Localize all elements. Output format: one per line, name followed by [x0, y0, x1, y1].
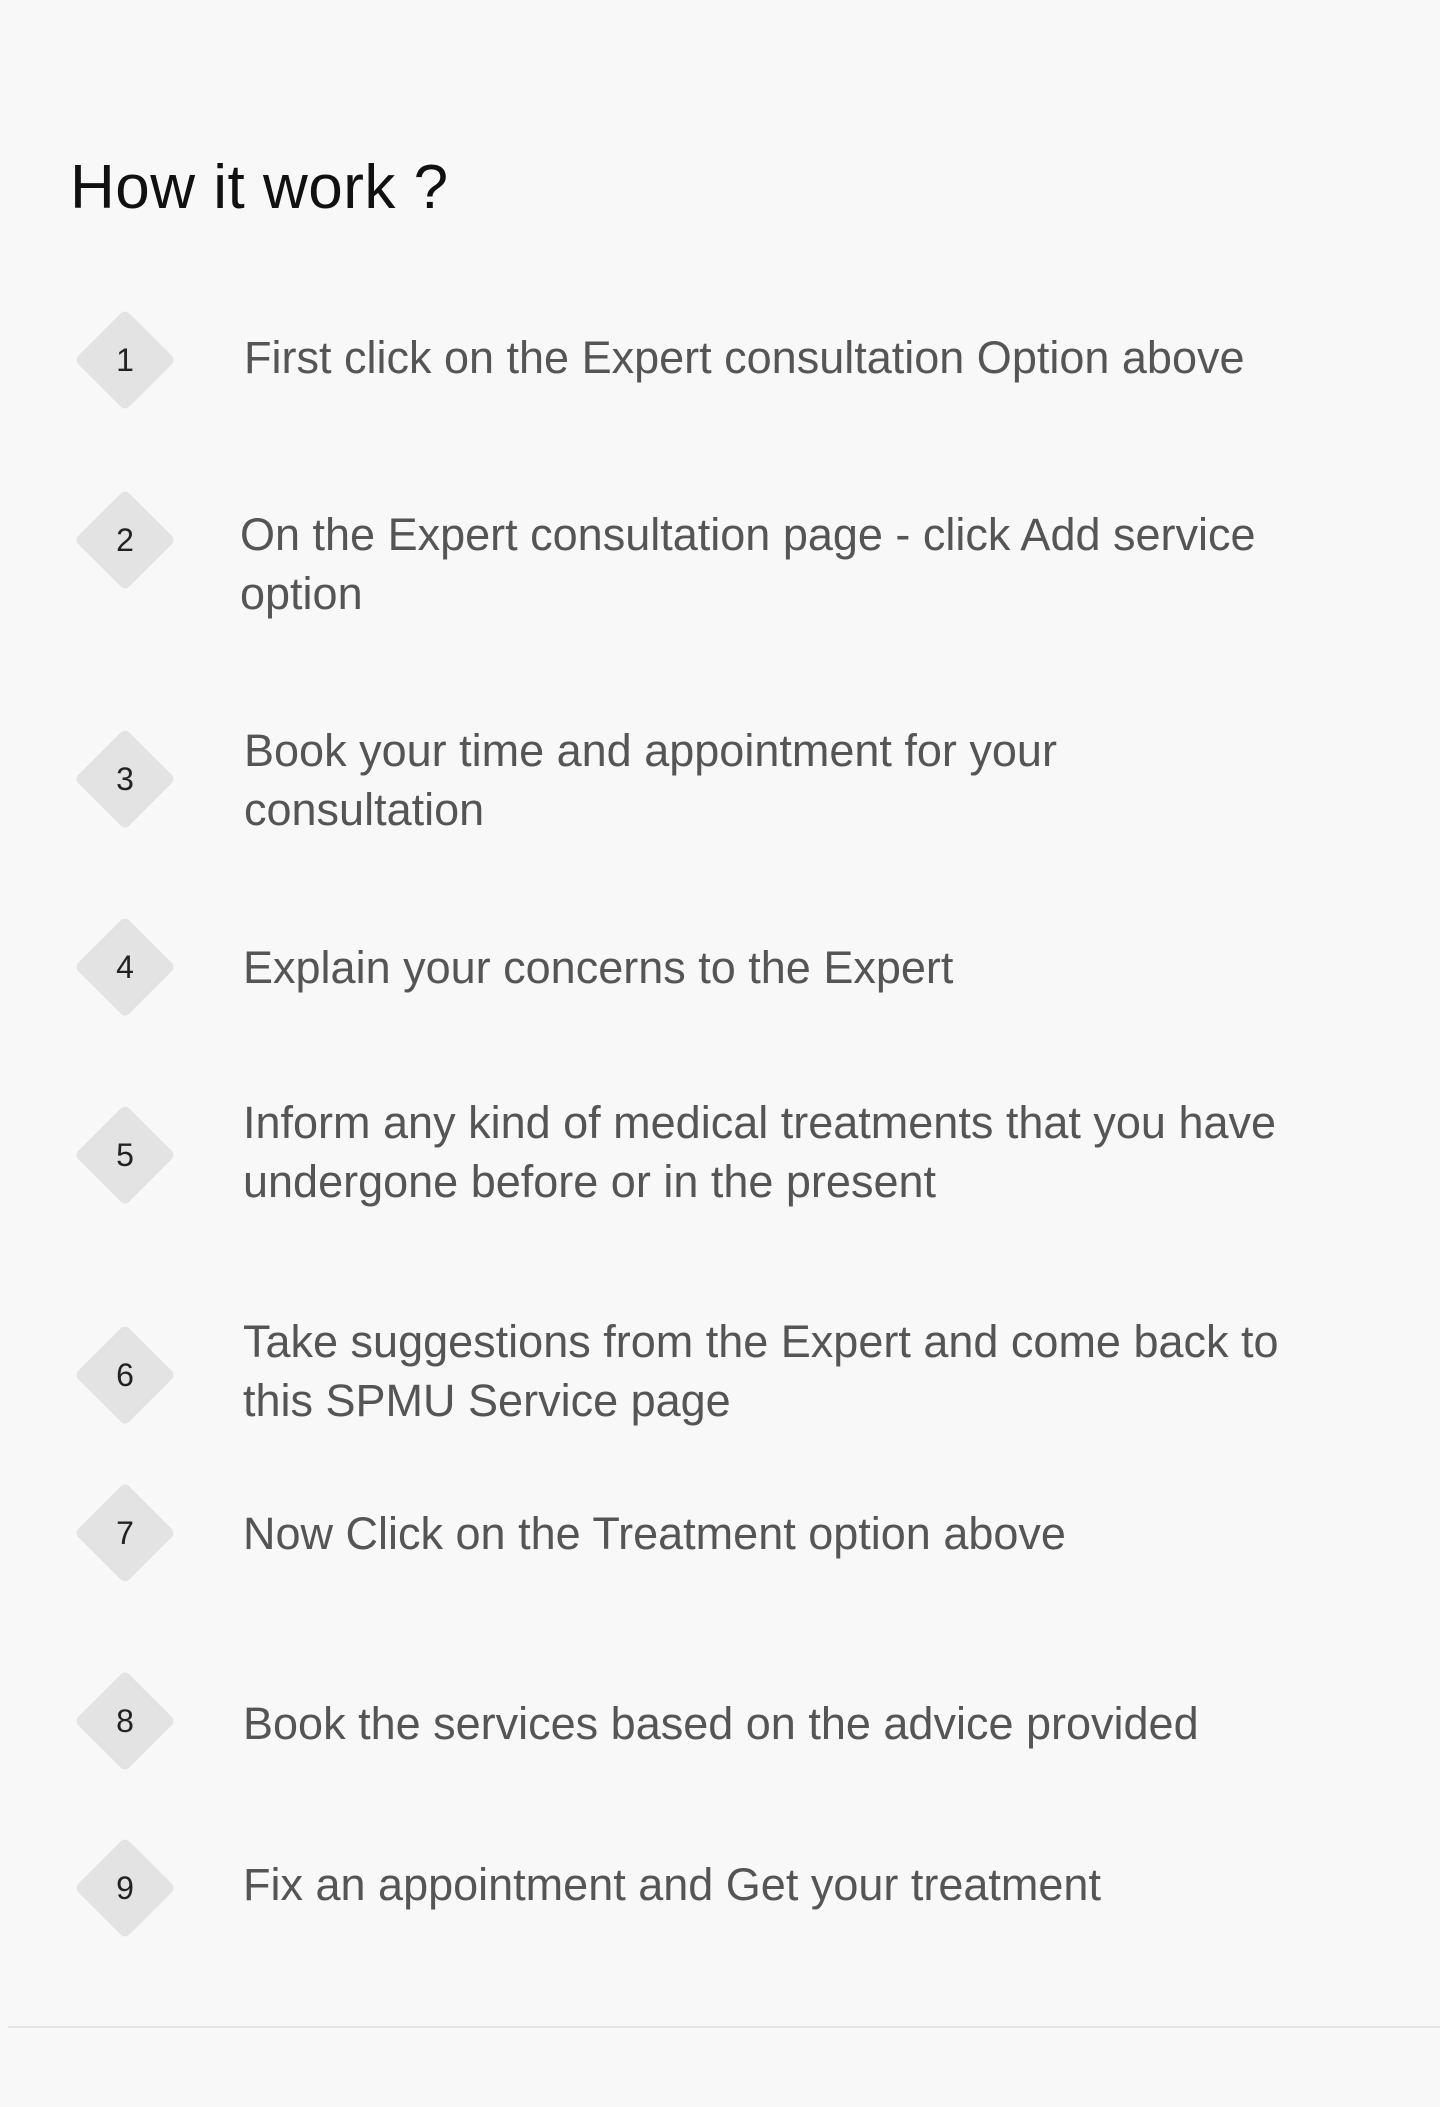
step-text: Now Click on the Treatment option above [243, 1508, 1066, 1559]
step-number: 7 [116, 1515, 134, 1551]
step-number: 5 [116, 1137, 134, 1173]
step-number-badge: 3 [74, 728, 176, 830]
step-number: 9 [116, 1870, 134, 1906]
step-number: 3 [116, 761, 134, 797]
step-number: 2 [116, 522, 134, 558]
step-text: Fix an appointment and Get your treatmen… [243, 1859, 1101, 1910]
step-text: Inform any kind of medical treatments th… [243, 1097, 1277, 1207]
step-number-badge: 6 [74, 1324, 176, 1426]
step-text: Explain your concerns to the Expert [243, 942, 954, 993]
step-number-badge: 5 [74, 1104, 176, 1206]
step-text: Book your time and appointment for your … [244, 725, 1057, 835]
step-number-badge: 1 [74, 309, 176, 411]
divider [8, 2026, 1440, 2028]
step-number-badge: 8 [74, 1670, 176, 1772]
step-number-badge: 9 [74, 1837, 176, 1939]
step-number: 6 [116, 1357, 134, 1393]
step-text: Book the services based on the advice pr… [243, 1698, 1199, 1749]
step-number-badge: 2 [74, 489, 176, 591]
step-number: 8 [116, 1703, 134, 1739]
step-text: First click on the Expert consultation O… [244, 332, 1245, 383]
steps-list: 1 First click on the Expert consultation… [0, 0, 1440, 2000]
step-number: 4 [116, 949, 134, 985]
step-number-badge: 4 [74, 916, 176, 1018]
step-text: Take suggestions from the Expert and com… [243, 1316, 1279, 1426]
step-number-badge: 7 [74, 1482, 176, 1584]
step-text: On the Expert consultation page - click … [240, 509, 1256, 619]
step-number: 1 [116, 342, 134, 378]
